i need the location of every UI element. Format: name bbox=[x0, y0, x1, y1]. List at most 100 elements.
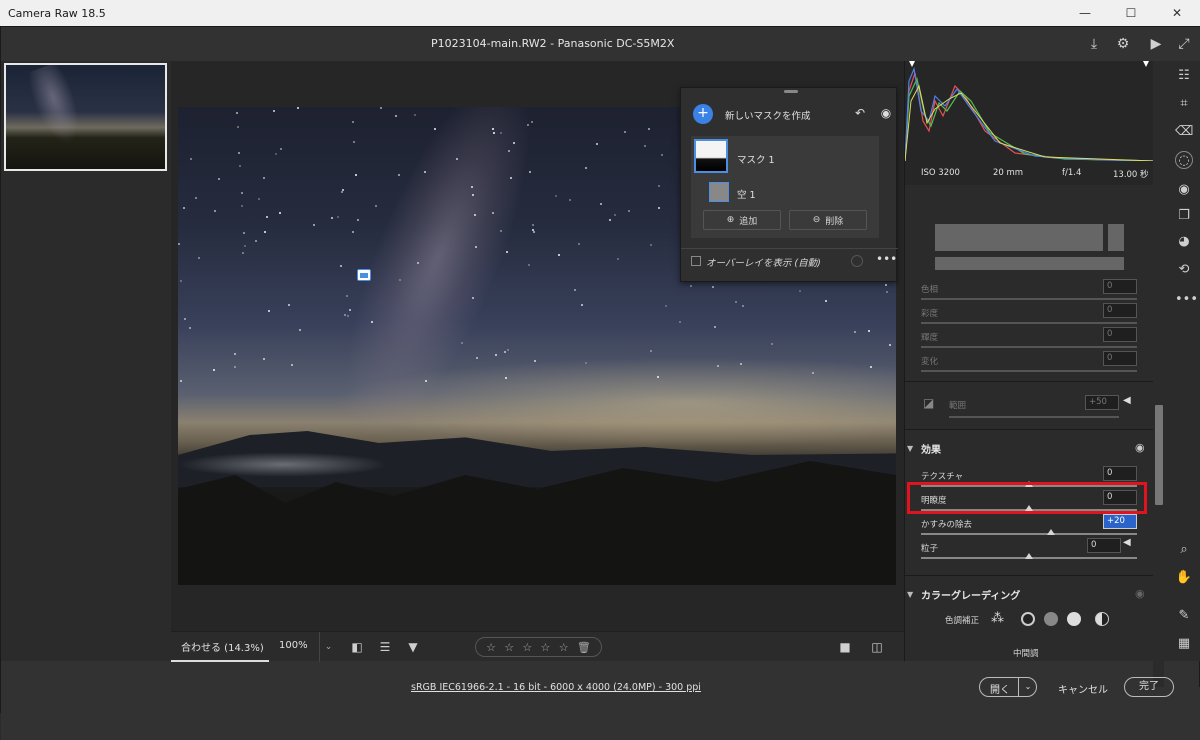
scrollbar-thumb[interactable] bbox=[1155, 405, 1163, 505]
expand-icon[interactable]: ⤢ bbox=[1175, 35, 1193, 53]
delete-button[interactable]: ⊖ 削除 bbox=[789, 210, 867, 230]
crop-icon[interactable]: ⌗ bbox=[1175, 95, 1193, 113]
gear-icon[interactable]: ⚙ bbox=[1114, 35, 1132, 53]
range-picker-icon[interactable]: ◪ bbox=[923, 396, 934, 410]
header: P1023104-main.RW2 - Panasonic DC-S5M2X ⤓… bbox=[1, 27, 1200, 61]
mask-pin-icon[interactable] bbox=[357, 269, 371, 281]
star-dot bbox=[213, 369, 215, 371]
fullscreen-icon[interactable]: ▶ bbox=[1147, 35, 1165, 53]
filmstrip-toggle-icon[interactable]: ◧ bbox=[349, 639, 365, 655]
three-way-icon[interactable]: ⁂ bbox=[991, 611, 1004, 626]
collapse-chevron-icon[interactable]: ▼ bbox=[907, 444, 913, 453]
sync-icon[interactable]: ⟲ bbox=[1175, 261, 1193, 279]
star-dot bbox=[812, 372, 814, 374]
maximize-button[interactable]: ☐ bbox=[1108, 0, 1154, 26]
trash-icon[interactable]: 🗑 bbox=[577, 641, 591, 654]
done-button[interactable]: 完了 bbox=[1124, 677, 1174, 697]
sub-mask-name[interactable]: 空 1 bbox=[737, 187, 756, 201]
mask-thumbnail[interactable] bbox=[694, 139, 728, 173]
red-eye-icon[interactable]: ◉ bbox=[1175, 181, 1193, 199]
effects-eye-icon[interactable]: ◉ bbox=[1135, 441, 1145, 454]
edit-sliders-icon[interactable]: ☷ bbox=[1175, 67, 1193, 85]
star-dot bbox=[241, 192, 243, 194]
star-dot bbox=[569, 199, 571, 201]
eyedropper-icon[interactable]: ✎ bbox=[1175, 607, 1193, 625]
masking-icon[interactable]: ◌ bbox=[1175, 151, 1193, 169]
focal-length: 20 mm bbox=[993, 168, 1024, 178]
star-dot bbox=[507, 349, 509, 351]
overlay-color-icon[interactable] bbox=[851, 255, 863, 267]
presets-icon[interactable]: ◕ bbox=[1175, 233, 1193, 251]
drag-handle[interactable] bbox=[784, 90, 798, 93]
star-icon[interactable]: ☆ bbox=[522, 641, 532, 654]
slider-thumb[interactable] bbox=[1025, 553, 1033, 559]
more-tools-icon[interactable]: ••• bbox=[1175, 291, 1198, 309]
zoom-icon[interactable]: ⌕ bbox=[1175, 541, 1193, 559]
star-dot bbox=[266, 216, 268, 218]
open-button[interactable]: 開く ⌄ bbox=[979, 677, 1037, 697]
effects-header[interactable]: 効果 bbox=[921, 441, 941, 456]
star-dot bbox=[825, 300, 827, 302]
panel-scrollbar[interactable] bbox=[1153, 87, 1164, 687]
new-mask-label[interactable]: 新しいマスクを作成 bbox=[725, 108, 811, 122]
global-icon[interactable] bbox=[1095, 612, 1109, 626]
midtones-icon[interactable] bbox=[1044, 612, 1058, 626]
star-dot bbox=[528, 264, 530, 266]
star-dot bbox=[505, 377, 507, 379]
hand-icon[interactable]: ✋ bbox=[1175, 569, 1193, 587]
visibility-eye-icon[interactable]: ◉ bbox=[879, 106, 893, 120]
star-dot bbox=[657, 376, 659, 378]
cancel-button[interactable]: キャンセル bbox=[1058, 681, 1108, 696]
zoom-dropdown-icon[interactable]: ⌄ bbox=[319, 632, 337, 662]
color-swatch[interactable] bbox=[935, 224, 1103, 251]
save-icon[interactable]: ⤓ bbox=[1085, 35, 1103, 53]
mask-name[interactable]: マスク 1 bbox=[737, 152, 775, 166]
sky-mask-thumbnail[interactable] bbox=[709, 182, 729, 202]
sort-icon[interactable]: ☰ bbox=[377, 639, 393, 655]
eraser-icon[interactable]: ⌫ bbox=[1175, 123, 1193, 141]
add-mask-icon[interactable]: + bbox=[693, 104, 713, 124]
star-icon[interactable]: ☆ bbox=[541, 641, 551, 654]
filmstrip-thumbnail[interactable] bbox=[4, 63, 167, 171]
grid-icon[interactable]: ▦ bbox=[1175, 635, 1193, 653]
before-after-icon[interactable]: ■ bbox=[837, 639, 853, 655]
color-bar[interactable] bbox=[935, 257, 1124, 270]
workflow-options-link[interactable]: sRGB IEC61966-2.1 - 16 bit - 6000 x 4000… bbox=[411, 682, 701, 693]
star-dot bbox=[531, 121, 533, 123]
undo-icon[interactable]: ↶ bbox=[853, 106, 867, 120]
minimize-button[interactable]: — bbox=[1062, 0, 1108, 26]
more-icon[interactable]: ••• bbox=[876, 252, 897, 266]
star-icon[interactable]: ☆ bbox=[486, 641, 496, 654]
star-dot bbox=[243, 232, 245, 234]
star-icon[interactable]: ☆ bbox=[504, 641, 514, 654]
star-rating[interactable]: ☆ ☆ ☆ ☆ ☆ 🗑 bbox=[475, 637, 602, 657]
star-dot bbox=[434, 128, 436, 130]
annotation-highlight-box bbox=[907, 482, 1147, 514]
compare-view-icon[interactable]: ◫ bbox=[869, 639, 885, 655]
color-swatch-small[interactable] bbox=[1108, 224, 1124, 251]
variation-slider[interactable]: 変化 0 bbox=[921, 351, 1139, 379]
star-icon[interactable]: ☆ bbox=[559, 641, 569, 654]
shutter-speed: 13.00 秒 bbox=[1113, 170, 1149, 180]
color-grading-eye-icon[interactable]: ◉ bbox=[1135, 587, 1145, 600]
grain-arrow-icon[interactable]: ◀ bbox=[1123, 537, 1131, 548]
filter-icon[interactable]: ▼ bbox=[405, 639, 421, 655]
slider-thumb[interactable] bbox=[1047, 529, 1055, 535]
collapse-chevron-icon[interactable]: ▼ bbox=[907, 590, 913, 599]
range-arrow-icon[interactable]: ◀ bbox=[1123, 395, 1131, 406]
grain-slider[interactable]: 粒子 0 bbox=[921, 538, 1139, 566]
star-dot bbox=[614, 214, 616, 216]
overlay-label[interactable]: オーバーレイを表示 (自動) bbox=[706, 255, 821, 269]
range-slider[interactable]: 範囲 +50 bbox=[949, 395, 1119, 423]
close-button[interactable]: ✕ bbox=[1154, 0, 1200, 26]
open-dropdown-icon[interactable]: ⌄ bbox=[1018, 678, 1037, 696]
zoom-100-button[interactable]: 100% bbox=[279, 640, 308, 651]
highlights-icon[interactable] bbox=[1067, 612, 1081, 626]
snapshots-icon[interactable]: ❐ bbox=[1175, 207, 1193, 225]
star-dot bbox=[353, 141, 355, 143]
overlay-checkbox[interactable] bbox=[691, 256, 701, 266]
color-grading-header[interactable]: カラーグレーディング bbox=[921, 587, 1020, 602]
shadows-icon[interactable] bbox=[1021, 612, 1035, 626]
add-button[interactable]: ⊕ 追加 bbox=[703, 210, 781, 230]
zoom-fit-button[interactable]: 合わせる (14.3%) bbox=[171, 632, 269, 662]
